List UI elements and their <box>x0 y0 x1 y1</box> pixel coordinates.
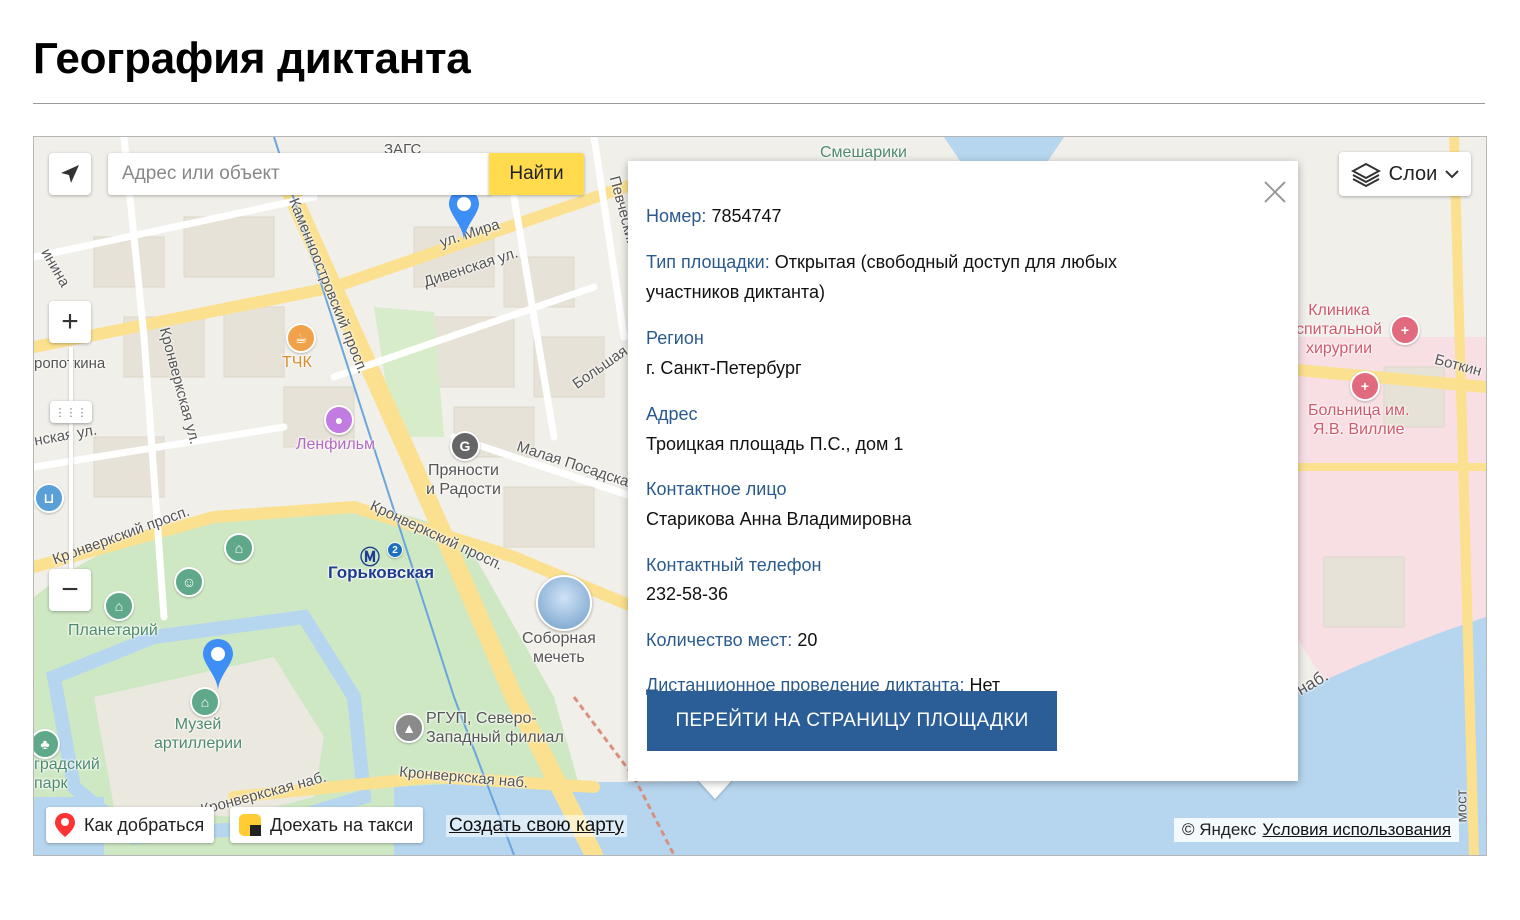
field-number-value: 7854747 <box>711 206 782 226</box>
map-copyright: © Яндекс Условия использования <box>1174 818 1460 842</box>
title-divider <box>33 103 1485 104</box>
taxi-button[interactable]: Доехать на такси <box>230 807 424 843</box>
zoom-slider-handle[interactable]: ⋮⋮⋮ <box>50 401 92 423</box>
shopping-basket-icon[interactable]: ⊔ <box>34 483 64 513</box>
field-seats-value: 20 <box>797 630 818 650</box>
page-title: География диктанта <box>33 34 471 83</box>
field-region-value: г. Санкт-Петербург <box>646 358 802 378</box>
university-icon[interactable]: ▲ <box>394 713 424 743</box>
poi-label-tchk: ТЧК <box>282 354 312 371</box>
balloon-tail <box>697 779 733 799</box>
poi-label-muzey: Музей артиллерии <box>154 715 242 753</box>
map-container[interactable]: ЗАГС Смешарики ул. Мира Дивенская ул. Ка… <box>33 136 1487 856</box>
create-map-link[interactable]: Создать свою карту <box>446 815 627 837</box>
cinema-icon[interactable]: ● <box>324 405 354 435</box>
theatre-icon[interactable]: ☺ <box>174 567 204 597</box>
zoom-in-button[interactable]: + <box>49 301 91 343</box>
poi-label-rgup-line2: Западный филиал <box>426 729 564 747</box>
poi-label-hospital-line1: Больница им. <box>1308 402 1410 419</box>
zoom-slider-track[interactable] <box>69 347 73 587</box>
field-phone-key: Контактный телефон <box>646 555 822 575</box>
geolocation-button[interactable] <box>49 153 91 195</box>
mosque-photo-icon[interactable] <box>536 575 592 631</box>
field-region-key: Регион <box>646 328 704 348</box>
poi-label-rgup: РГУП, Северо- Западный филиал <box>426 709 564 747</box>
grip-icon: ⋮⋮⋮ <box>54 406 88 419</box>
shop-icon[interactable]: G <box>450 431 480 461</box>
poi-label-mosque-line1: Соборная <box>522 630 596 647</box>
poi-label-pryanosti-line1: Пряности <box>428 462 499 479</box>
layers-label: Слои <box>1388 162 1438 185</box>
metro-line-badge: 2 <box>387 542 403 558</box>
poi-label-park: градский парк <box>34 755 100 793</box>
zoom-out-button[interactable]: − <box>49 569 91 611</box>
field-address-key: Адрес <box>646 404 698 424</box>
poi-label-pryanosti-line2: и Радости <box>426 481 501 499</box>
poi-label-hospital: Больница им. Я.В. Виллие <box>1308 401 1409 439</box>
minus-icon: − <box>61 573 79 606</box>
poi-label-clinic-line3: хирургии <box>1305 340 1373 358</box>
poi-label-mosque: Соборная мечеть <box>522 629 596 667</box>
search-button[interactable]: Найти <box>489 153 584 195</box>
poi-label-clinic-line2: спитальной <box>1296 321 1382 339</box>
location-info-balloon: Номер: 7854747 Тип площадки: Открытая (с… <box>628 161 1298 781</box>
poi-label-hospital-line2: Я.В. Виллие <box>1312 421 1405 439</box>
geolocation-arrow-icon <box>61 165 79 183</box>
poi-label-gorkovskaya: Горьковская <box>328 563 435 582</box>
planetarium-icon[interactable]: ⌂ <box>104 591 134 621</box>
poi-label-lenfilm: Ленфильм <box>296 436 376 453</box>
poi-label-clinic-line1: Клиника <box>1308 302 1370 319</box>
terms-link[interactable]: Условия использования <box>1262 820 1451 840</box>
museum-icon[interactable]: ⌂ <box>224 533 254 563</box>
chevron-down-icon <box>1445 170 1460 179</box>
field-phone-value: 232-58-36 <box>646 584 729 604</box>
route-label: Как добраться <box>84 814 205 835</box>
layers-icon <box>1350 162 1381 187</box>
hospital-icon[interactable]: + <box>1350 371 1380 401</box>
address-search-input[interactable] <box>108 153 490 195</box>
poi-label-mosque-line2: мечеть <box>533 649 585 667</box>
route-button[interactable]: Как добраться <box>46 807 215 843</box>
poi-label-muzey-line1: Музей <box>174 716 222 733</box>
map-label-smeshariki: Смешарики <box>820 144 907 161</box>
taxi-label: Доехать на такси <box>270 814 414 835</box>
cafe-icon[interactable]: ☕ <box>286 323 316 353</box>
layers-button[interactable]: Слои <box>1339 152 1471 196</box>
copyright-text: © Яндекс <box>1182 820 1257 839</box>
poi-label-park-line2: парк <box>34 775 68 793</box>
location-pin-museum-icon[interactable] <box>200 637 236 693</box>
close-icon[interactable] <box>1262 179 1288 205</box>
field-number: Номер: 7854747 <box>646 201 1206 231</box>
field-address-value: Троицкая площадь П.С., дом 1 <box>646 434 904 454</box>
field-seats-key: Количество мест: <box>646 630 793 650</box>
field-contact-value: Старикова Анна Владимировна <box>646 509 912 529</box>
poi-label-park-line1: градский <box>34 756 100 773</box>
clinic-icon[interactable]: + <box>1390 315 1420 345</box>
field-contact-key: Контактное лицо <box>646 479 787 499</box>
field-type-key: Тип площадки: <box>646 252 770 272</box>
poi-label-muzey-line2: артиллерии <box>154 735 243 753</box>
poi-label-pryanosti: Пряности и Радости <box>426 461 501 499</box>
field-number-key: Номер: <box>646 206 707 226</box>
poi-label-rgup-line1: РГУП, Северо- <box>426 710 537 727</box>
field-seats: Количество мест: 20 <box>646 625 1206 655</box>
location-pin-icon[interactable] <box>446 187 482 243</box>
taxi-icon <box>239 814 261 836</box>
field-type: Тип площадки: Открытая (свободный доступ… <box>646 247 1206 307</box>
goto-venue-button[interactable]: ПЕРЕЙТИ НА СТРАНИЦУ ПЛОЩАДКИ <box>647 691 1057 751</box>
route-pin-icon <box>55 813 75 837</box>
poi-label-clinic: Клиника спитальной хирургии <box>1296 301 1382 359</box>
poi-label-planetarium: Планетарий <box>68 622 158 639</box>
plus-icon: + <box>61 305 79 338</box>
